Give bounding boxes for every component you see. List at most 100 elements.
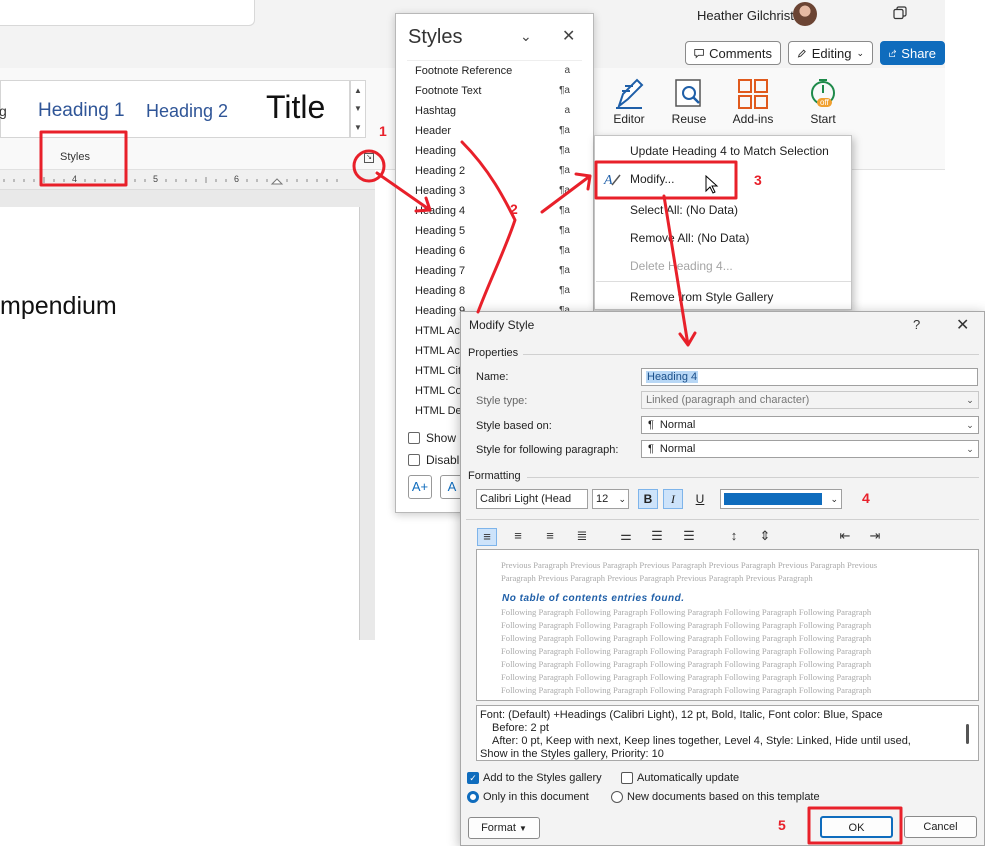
- new-documents-radio[interactable]: [611, 791, 623, 803]
- menu-modify[interactable]: Modify...: [630, 172, 674, 186]
- style-type-icon: ¶a: [559, 145, 570, 156]
- menu-update-to-match[interactable]: Update Heading 4 to Match Selection: [630, 144, 829, 158]
- style-item[interactable]: Hashtag a: [407, 101, 582, 121]
- auto-update-checkbox[interactable]: [621, 772, 633, 784]
- decrease-indent-button[interactable]: ⇤: [835, 528, 855, 546]
- reuse-files-button[interactable]: Reuse Files: [661, 70, 717, 126]
- style-item-label: HTML Co: [415, 385, 462, 397]
- pencil-icon: [797, 49, 806, 58]
- editing-mode-button[interactable]: Editing ⌄: [788, 41, 873, 65]
- cancel-button[interactable]: Cancel: [904, 816, 977, 838]
- style-item-label: Heading: [415, 145, 456, 157]
- show-preview-checkbox[interactable]: [408, 432, 420, 444]
- align-left-button[interactable]: ≡: [477, 528, 497, 546]
- style-item-label: Heading 6: [415, 245, 466, 257]
- increase-indent-button[interactable]: ⇥: [865, 528, 885, 546]
- style-item[interactable]: Heading 8 ¶a: [407, 281, 582, 301]
- ruler-number: 5: [153, 174, 159, 184]
- close-icon[interactable]: ✕: [562, 26, 575, 46]
- preview-following-paragraph: Following Paragraph Following Paragraph …: [501, 685, 872, 695]
- bold-button[interactable]: B: [638, 489, 658, 509]
- align-right-button[interactable]: ≡: [540, 528, 560, 546]
- gallery-more-icon[interactable]: ▼: [354, 123, 362, 132]
- scroll-down-icon[interactable]: ▼: [354, 104, 362, 113]
- preview-following-paragraph: Following Paragraph Following Paragraph …: [501, 646, 872, 656]
- style-type-icon: a: [564, 105, 570, 116]
- paragraph-mark-icon: ¶: [648, 419, 654, 431]
- show-preview-label: Show l: [426, 431, 463, 445]
- decrease-spacing-button[interactable]: ⇕: [755, 528, 775, 546]
- font-name-select[interactable]: Calibri Light (Head: [476, 489, 588, 509]
- double-spacing-button[interactable]: ☰: [679, 528, 699, 546]
- align-center-button[interactable]: ≡: [508, 528, 528, 546]
- document-page[interactable]: [0, 207, 360, 640]
- font-size-select[interactable]: 12 ⌄: [592, 489, 629, 509]
- menu-remove-all[interactable]: Remove All: (No Data): [630, 231, 749, 245]
- menu-select-all[interactable]: Select All: (No Data): [630, 203, 738, 217]
- comments-button[interactable]: Comments: [685, 41, 781, 65]
- single-spacing-button[interactable]: ⚌: [616, 528, 636, 546]
- style-item-label: Heading 5: [415, 225, 466, 237]
- style-item[interactable]: Heading 7 ¶a: [407, 261, 582, 281]
- description-scrollbar[interactable]: [966, 724, 969, 744]
- modify-style-dialog: Modify Style ? ✕ Properties Name: Headin…: [460, 311, 985, 846]
- style-item[interactable]: Header ¶a: [407, 121, 582, 141]
- style-item[interactable]: Heading 6 ¶a: [407, 241, 582, 261]
- editor-button[interactable]: Editor: [601, 70, 657, 126]
- style-context-menu: Update Heading 4 to Match Selection A Mo…: [594, 135, 852, 310]
- section-divider: [466, 519, 979, 520]
- preview-following-paragraph: Following Paragraph Following Paragraph …: [501, 620, 872, 630]
- avatar[interactable]: [793, 2, 817, 26]
- close-icon[interactable]: ✕: [956, 315, 969, 335]
- ok-button[interactable]: OK: [820, 816, 893, 838]
- styles-gallery[interactable]: g Heading 1 Heading 2 Title: [0, 80, 350, 138]
- share-button[interactable]: Share: [880, 41, 945, 65]
- following-paragraph-select[interactable]: ¶ Normal ⌄: [641, 440, 979, 458]
- add-to-gallery-checkbox[interactable]: ✓: [467, 772, 479, 784]
- style-item[interactable]: Footnote Text ¶a: [407, 81, 582, 101]
- gallery-scroll[interactable]: ▲ ▼ ▼: [350, 80, 366, 138]
- gallery-item-title[interactable]: Title: [266, 89, 325, 126]
- style-item[interactable]: Heading 2 ¶a: [407, 161, 582, 181]
- scroll-up-icon[interactable]: ▲: [354, 86, 362, 95]
- only-this-document-radio[interactable]: [467, 791, 479, 803]
- style-item-label: Footnote Reference: [415, 65, 513, 77]
- font-color-select[interactable]: ⌄: [720, 489, 842, 509]
- gallery-item-heading-2[interactable]: Heading 2: [146, 101, 228, 122]
- justify-button[interactable]: ≣: [572, 528, 592, 546]
- preview-following-paragraph: Following Paragraph Following Paragraph …: [501, 607, 872, 617]
- one-half-spacing-button[interactable]: ☰: [647, 528, 667, 546]
- style-item[interactable]: Heading 5 ¶a: [407, 221, 582, 241]
- gallery-item-partial[interactable]: g: [0, 103, 7, 119]
- format-menu-button[interactable]: Format ▼: [468, 817, 540, 839]
- chevron-down-icon[interactable]: ⌄: [520, 28, 532, 45]
- increase-spacing-button[interactable]: ↕: [724, 528, 744, 546]
- style-type-icon: ¶a: [559, 285, 570, 296]
- new-style-button[interactable]: A+: [408, 475, 432, 499]
- chevron-down-icon: ⌄: [830, 494, 838, 504]
- restore-window-icon[interactable]: [893, 6, 907, 20]
- style-name-field[interactable]: Heading 4: [641, 368, 978, 386]
- document-text[interactable]: mpendium: [0, 292, 117, 321]
- style-item[interactable]: Footnote Reference a: [407, 61, 582, 81]
- disable-linked-checkbox[interactable]: [408, 454, 420, 466]
- start-realtime-button[interactable]: off Start Realtime: [795, 70, 851, 126]
- based-on-select[interactable]: ¶ Normal ⌄: [641, 416, 979, 434]
- addins-button[interactable]: Add-ins: [725, 70, 781, 126]
- style-item[interactable]: Heading ¶a: [407, 141, 582, 161]
- help-icon[interactable]: ?: [913, 317, 920, 332]
- italic-button[interactable]: I: [663, 489, 683, 509]
- share-icon: [889, 49, 897, 57]
- mouse-cursor-icon: [705, 175, 719, 194]
- menu-remove-from-gallery[interactable]: Remove from Style Gallery: [630, 290, 773, 304]
- gallery-item-heading-1[interactable]: Heading 1: [38, 100, 125, 122]
- styles-pane-launcher-icon[interactable]: ↘: [364, 153, 374, 163]
- style-item-label: Heading 8: [415, 285, 466, 297]
- style-item[interactable]: Heading 3 ¶a: [407, 181, 582, 201]
- addins-label: Add-ins: [732, 112, 774, 126]
- style-item-heading-4[interactable]: Heading 4 ¶a: [407, 201, 582, 221]
- underline-button[interactable]: U: [690, 489, 710, 509]
- ruler: 4 5 6: [0, 170, 375, 190]
- document-tab[interactable]: [0, 0, 255, 26]
- description-line: Font: (Default) +Headings (Calibri Light…: [480, 709, 883, 721]
